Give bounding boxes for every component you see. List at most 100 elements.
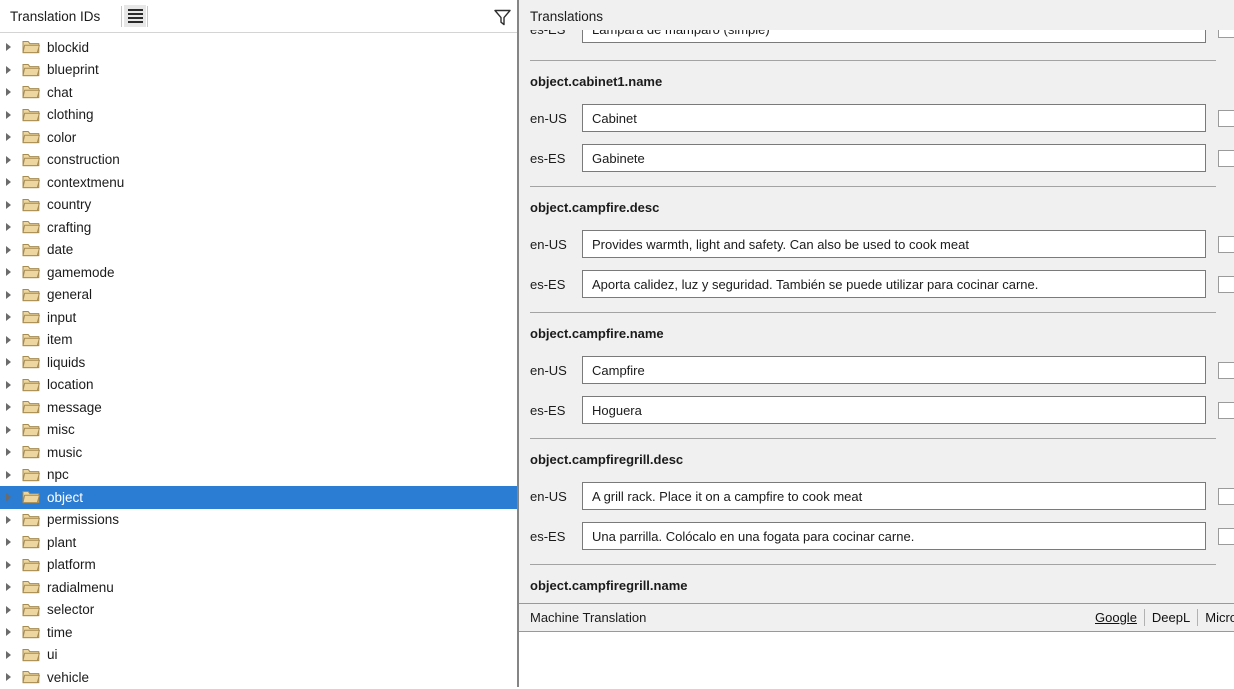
- tree-item-blockid[interactable]: blockid: [0, 36, 517, 59]
- expand-arrow-icon[interactable]: [4, 381, 18, 389]
- approved-checkbox[interactable]: [1218, 402, 1234, 419]
- tree-item-label: misc: [47, 422, 75, 437]
- mt-provider-deepl[interactable]: DeepL: [1152, 610, 1190, 625]
- expand-arrow-icon[interactable]: [4, 178, 18, 186]
- expand-arrow-icon[interactable]: [4, 43, 18, 51]
- mt-provider-google[interactable]: Google: [1095, 610, 1137, 625]
- tree-item-permissions[interactable]: permissions: [0, 509, 517, 532]
- folder-icon: [22, 40, 40, 54]
- tree-item-selector[interactable]: selector: [0, 599, 517, 622]
- expand-arrow-icon[interactable]: [4, 583, 18, 591]
- tree-item-label: ui: [47, 647, 58, 662]
- translation-key: object.cabinet1.name: [530, 74, 662, 89]
- folder-icon: [22, 198, 40, 212]
- expand-arrow-icon[interactable]: [4, 66, 18, 74]
- expand-arrow-icon[interactable]: [4, 246, 18, 254]
- tree-item-construction[interactable]: construction: [0, 149, 517, 172]
- translation-row: es-ES: [530, 522, 1234, 550]
- tree-item-radialmenu[interactable]: radialmenu: [0, 576, 517, 599]
- expand-arrow-icon[interactable]: [4, 156, 18, 164]
- expand-arrow-icon[interactable]: [4, 516, 18, 524]
- expand-arrow-icon[interactable]: [4, 493, 18, 501]
- expand-arrow-icon[interactable]: [4, 313, 18, 321]
- tree-item-gamemode[interactable]: gamemode: [0, 261, 517, 284]
- approved-checkbox[interactable]: [1218, 110, 1234, 127]
- expand-arrow-icon[interactable]: [4, 448, 18, 456]
- tree-item-label: liquids: [47, 355, 85, 370]
- translation-input[interactable]: [582, 144, 1206, 172]
- tree-item-label: construction: [47, 152, 120, 167]
- translation-input[interactable]: [582, 270, 1206, 298]
- tree-item-input[interactable]: input: [0, 306, 517, 329]
- expand-arrow-icon[interactable]: [4, 651, 18, 659]
- expand-arrow-icon[interactable]: [4, 403, 18, 411]
- tree-item-country[interactable]: country: [0, 194, 517, 217]
- translation-row-partial: es-ES: [530, 30, 1234, 43]
- translation-input[interactable]: [582, 356, 1206, 384]
- tree-item-misc[interactable]: misc: [0, 419, 517, 442]
- tree-item-label: plant: [47, 535, 76, 550]
- tree-item-object[interactable]: object: [0, 486, 517, 509]
- tree-item-contextmenu[interactable]: contextmenu: [0, 171, 517, 194]
- tree-item-npc[interactable]: npc: [0, 464, 517, 487]
- expand-arrow-icon[interactable]: [4, 223, 18, 231]
- tree-item-general[interactable]: general: [0, 284, 517, 307]
- approved-checkbox[interactable]: [1218, 276, 1234, 293]
- expand-arrow-icon[interactable]: [4, 471, 18, 479]
- approved-checkbox[interactable]: [1218, 236, 1234, 253]
- tree-item-platform[interactable]: platform: [0, 554, 517, 577]
- tree-item-liquids[interactable]: liquids: [0, 351, 517, 374]
- approved-checkbox[interactable]: [1218, 528, 1234, 545]
- language-label: es-ES: [530, 529, 576, 544]
- folder-icon: [22, 400, 40, 414]
- expand-arrow-icon[interactable]: [4, 291, 18, 299]
- tree-item-chat[interactable]: chat: [0, 81, 517, 104]
- mt-provider-microsoft[interactable]: Microsoft: [1205, 610, 1234, 625]
- expand-arrow-icon[interactable]: [4, 538, 18, 546]
- tree-item-label: time: [47, 625, 73, 640]
- translation-input[interactable]: [582, 396, 1206, 424]
- expand-arrow-icon[interactable]: [4, 358, 18, 366]
- folder-icon: [22, 445, 40, 459]
- tree-item-item[interactable]: item: [0, 329, 517, 352]
- tree-item-clothing[interactable]: clothing: [0, 104, 517, 127]
- expand-arrow-icon[interactable]: [4, 628, 18, 636]
- folder-icon: [22, 243, 40, 257]
- approved-checkbox[interactable]: [1218, 362, 1234, 379]
- translation-input[interactable]: [582, 104, 1206, 132]
- translation-input[interactable]: [582, 230, 1206, 258]
- tree-item-vehicle[interactable]: vehicle: [0, 666, 517, 689]
- translation-input[interactable]: [582, 482, 1206, 510]
- tree-item-message[interactable]: message: [0, 396, 517, 419]
- provider-separator: [1144, 609, 1145, 626]
- approved-checkbox[interactable]: [1218, 488, 1234, 505]
- expand-arrow-icon[interactable]: [4, 606, 18, 614]
- expand-arrow-icon[interactable]: [4, 201, 18, 209]
- folder-icon: [22, 648, 40, 662]
- translation-input[interactable]: [582, 30, 1206, 43]
- expand-arrow-icon[interactable]: [4, 673, 18, 681]
- translation-ids-header: Translation IDs: [0, 0, 517, 33]
- tree-item-time[interactable]: time: [0, 621, 517, 644]
- expand-arrow-icon[interactable]: [4, 88, 18, 96]
- approved-checkbox[interactable]: [1218, 30, 1234, 38]
- tree-item-music[interactable]: music: [0, 441, 517, 464]
- expand-arrow-icon[interactable]: [4, 561, 18, 569]
- tree-item-date[interactable]: date: [0, 239, 517, 262]
- tree-item-ui[interactable]: ui: [0, 644, 517, 667]
- filter-funnel-icon[interactable]: [493, 9, 512, 27]
- tree-item-crafting[interactable]: crafting: [0, 216, 517, 239]
- expand-arrow-icon[interactable]: [4, 426, 18, 434]
- tree-item-location[interactable]: location: [0, 374, 517, 397]
- expand-arrow-icon[interactable]: [4, 268, 18, 276]
- machine-translation-label: Machine Translation: [530, 610, 646, 625]
- expand-arrow-icon[interactable]: [4, 336, 18, 344]
- expand-arrow-icon[interactable]: [4, 133, 18, 141]
- translation-input[interactable]: [582, 522, 1206, 550]
- tree-item-color[interactable]: color: [0, 126, 517, 149]
- expand-arrow-icon[interactable]: [4, 111, 18, 119]
- tree-item-plant[interactable]: plant: [0, 531, 517, 554]
- approved-checkbox[interactable]: [1218, 150, 1234, 167]
- tree-item-blueprint[interactable]: blueprint: [0, 59, 517, 82]
- hamburger-menu-button[interactable]: [124, 5, 146, 27]
